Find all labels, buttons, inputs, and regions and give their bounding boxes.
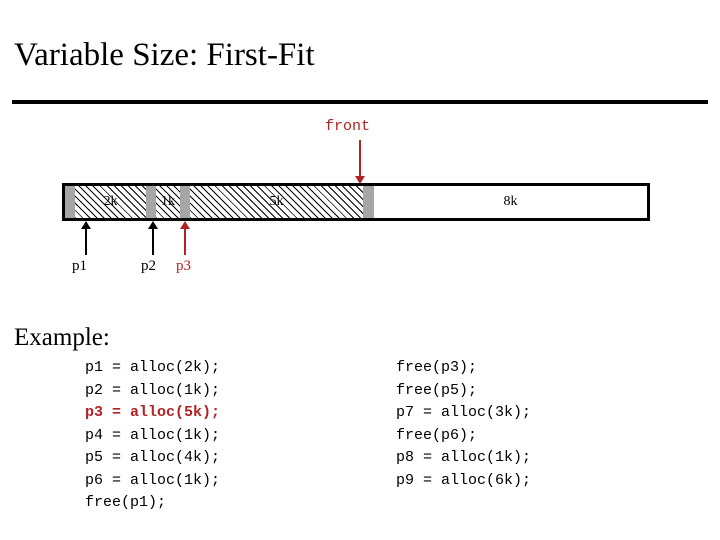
code-left-line-1: p2 = alloc(1k); [85,381,221,399]
memory-bar: 2k 1k 5k 8k [62,183,650,221]
pointer-arrow-p2-icon [148,221,158,255]
block-8k-label: 8k [503,194,518,209]
block-2k-label: 2k [103,194,118,209]
code-left-line-0: p1 = alloc(2k); [85,359,221,376]
pointer-label-p1: p1 [72,258,87,274]
example-heading: Example: [14,324,110,351]
block-8k: 8k [374,186,647,218]
code-right-line-3: free(p6); [396,426,478,444]
pointer-label-p3: p3 [176,258,191,274]
code-left-line-3: p4 = alloc(1k); [85,426,221,444]
code-right-line-5: p9 = alloc(6k); [396,471,532,489]
block-5k-label: 5k [269,194,284,209]
block-5k: 5k [190,186,363,218]
block-header-p1 [65,186,75,218]
code-right-line-2: p7 = alloc(3k); [396,404,532,421]
front-pointer-arrow-icon [355,140,365,184]
front-pointer-label: front [325,118,371,135]
code-right-line-1: free(p5); [396,381,478,399]
block-header-free [363,186,374,218]
code-block-right: free(p3); free(p5); p7 = alloc(3k); free(p6… [396,357,531,492]
block-header-p3 [180,186,190,218]
code-right-line-4: p8 = alloc(1k); [396,449,532,466]
pointer-label-p2: p2 [141,258,156,274]
block-2k: 2k [75,186,146,218]
code-right-line-0: free(p3); [396,359,478,376]
code-left-line-6: free(p1); [85,494,167,511]
code-left-line-5: p6 = alloc(1k); [85,471,221,489]
pointer-arrow-p3-icon [180,221,190,255]
code-left-line-2: p3 = alloc(5k); [85,404,221,421]
block-header-p2 [146,186,156,218]
code-block-left: p1 = alloc(2k); p2 = alloc(1k); p3 = alloc… [85,357,220,515]
pointer-arrow-p1-icon [81,221,91,255]
memory-layout-diagram: front 2k 1k 5k 8k p1 p2 p3 [0,0,720,300]
code-left-line-4: p5 = alloc(4k); [85,449,221,466]
block-1k: 1k [156,186,180,218]
block-1k-label: 1k [161,194,175,209]
